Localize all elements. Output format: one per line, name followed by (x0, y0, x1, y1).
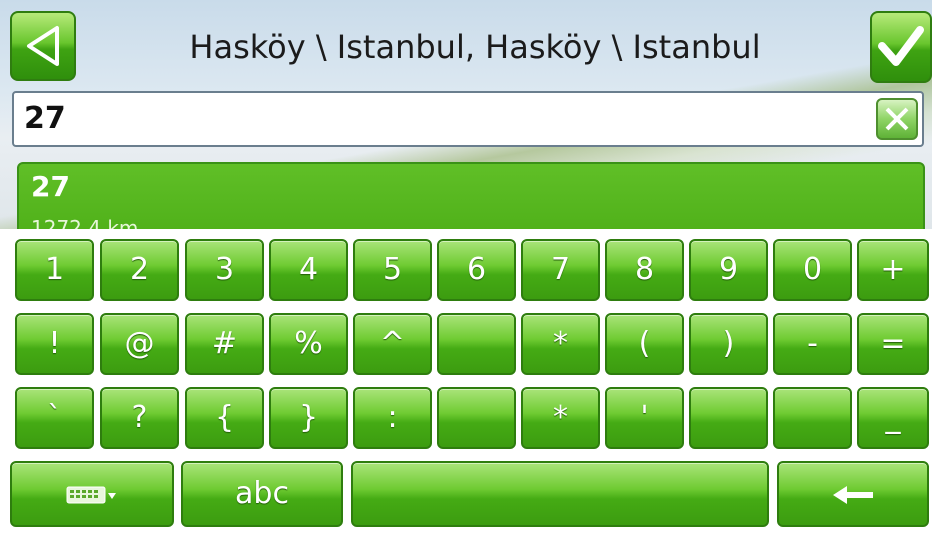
key-2[interactable]: 2 (100, 239, 179, 301)
key-asterisk[interactable]: * (521, 387, 600, 449)
key-3[interactable]: 3 (185, 239, 264, 301)
key-close-paren[interactable]: ) (689, 313, 768, 375)
key-8[interactable]: 8 (605, 239, 684, 301)
key-asterisk[interactable]: * (521, 313, 600, 375)
key-1[interactable]: 1 (15, 239, 94, 301)
key-6[interactable]: 6 (437, 239, 516, 301)
keyboard-layout-icon (66, 486, 116, 503)
key-open-brace[interactable]: { (185, 387, 264, 449)
clear-button[interactable] (876, 98, 918, 140)
key-colon[interactable]: : (353, 387, 432, 449)
key-question[interactable]: ? (100, 387, 179, 449)
confirm-button[interactable] (870, 11, 932, 83)
key-at[interactable]: @ (100, 313, 179, 375)
key-blank[interactable] (773, 387, 852, 449)
key-apostrophe[interactable]: ' (605, 387, 684, 449)
result-title: 27 (31, 170, 70, 203)
back-arrow-icon (27, 26, 59, 66)
keyboard-layout-button[interactable] (10, 461, 174, 527)
key-exclamation[interactable]: ! (15, 313, 94, 375)
search-input-value: 27 (24, 101, 66, 136)
backspace-arrow-icon (833, 485, 873, 504)
key-percent[interactable]: % (269, 313, 348, 375)
key-4[interactable]: 4 (269, 239, 348, 301)
back-button[interactable] (10, 11, 76, 81)
key-5[interactable]: 5 (353, 239, 432, 301)
key-caret[interactable]: ^ (353, 313, 432, 375)
title-bar: Hasköy \ Istanbul, Hasköy \ Istanbul (0, 0, 932, 86)
key-plus[interactable]: + (857, 239, 929, 301)
backspace-button[interactable] (777, 461, 929, 527)
space-button[interactable] (351, 461, 769, 527)
clear-x-icon (885, 107, 909, 131)
key-9[interactable]: 9 (689, 239, 768, 301)
checkmark-icon (878, 26, 924, 66)
key-0[interactable]: 0 (773, 239, 852, 301)
key-minus[interactable]: - (773, 313, 852, 375)
page-title: Hasköy \ Istanbul, Hasköy \ Istanbul (189, 28, 761, 66)
key-7[interactable]: 7 (521, 239, 600, 301)
key-hash[interactable]: # (185, 313, 264, 375)
key-underscore[interactable]: _ (857, 387, 929, 449)
result-list-item[interactable]: 27 1272.4 km (17, 162, 925, 237)
key-close-brace[interactable]: } (269, 387, 348, 449)
on-screen-keyboard: 1 2 3 4 5 6 7 8 9 0 + ! @ # % ^ * ( ) - … (0, 229, 932, 534)
key-blank[interactable] (437, 387, 516, 449)
key-backtick[interactable]: ` (15, 387, 94, 449)
key-open-paren[interactable]: ( (605, 313, 684, 375)
key-blank[interactable] (689, 387, 768, 449)
key-equals[interactable]: = (857, 313, 929, 375)
abc-button[interactable]: abc (181, 461, 343, 527)
search-input[interactable]: 27 (12, 91, 924, 147)
key-blank[interactable] (437, 313, 516, 375)
